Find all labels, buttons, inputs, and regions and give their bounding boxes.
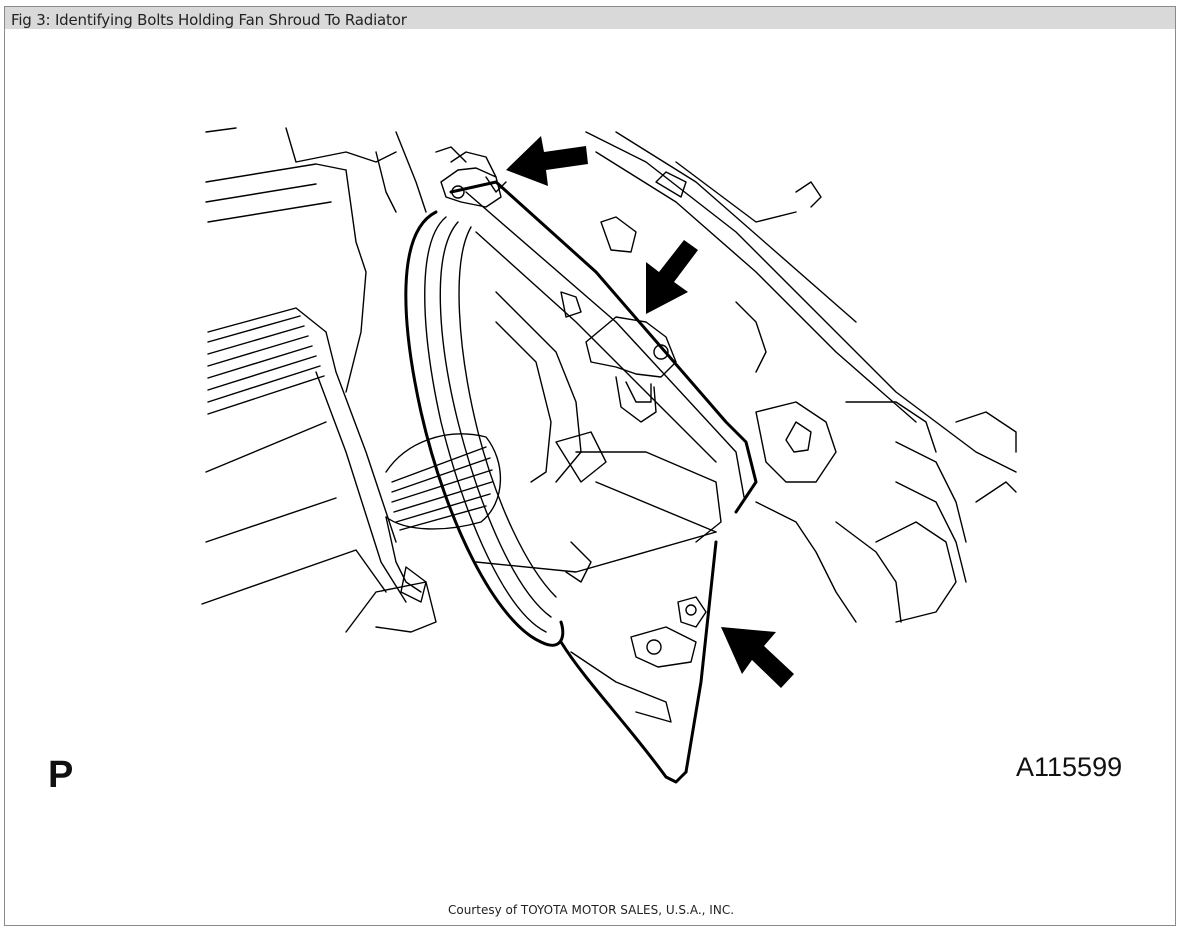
credit-line: Courtesy of TOYOTA MOTOR SALES, U.S.A., … xyxy=(447,903,735,917)
fan-shroud-illustration xyxy=(201,127,1017,784)
core-support xyxy=(585,131,1017,623)
upper-bolt-arrow xyxy=(506,136,588,186)
middle-mount xyxy=(560,216,677,423)
lower-mount xyxy=(630,596,707,668)
upper-mount xyxy=(435,146,507,208)
middle-bolt-arrow xyxy=(646,240,698,314)
figure-title-bar: Fig 3: Identifying Bolts Holding Fan Shr… xyxy=(5,7,1175,29)
engine-bay-lines xyxy=(201,127,437,633)
figure-title: Fig 3: Identifying Bolts Holding Fan Shr… xyxy=(11,11,407,29)
orientation-label: P xyxy=(48,754,74,796)
illustration-code: A115599 xyxy=(1016,752,1123,782)
lower-bolt-arrow xyxy=(721,627,794,688)
radiator xyxy=(449,180,758,583)
